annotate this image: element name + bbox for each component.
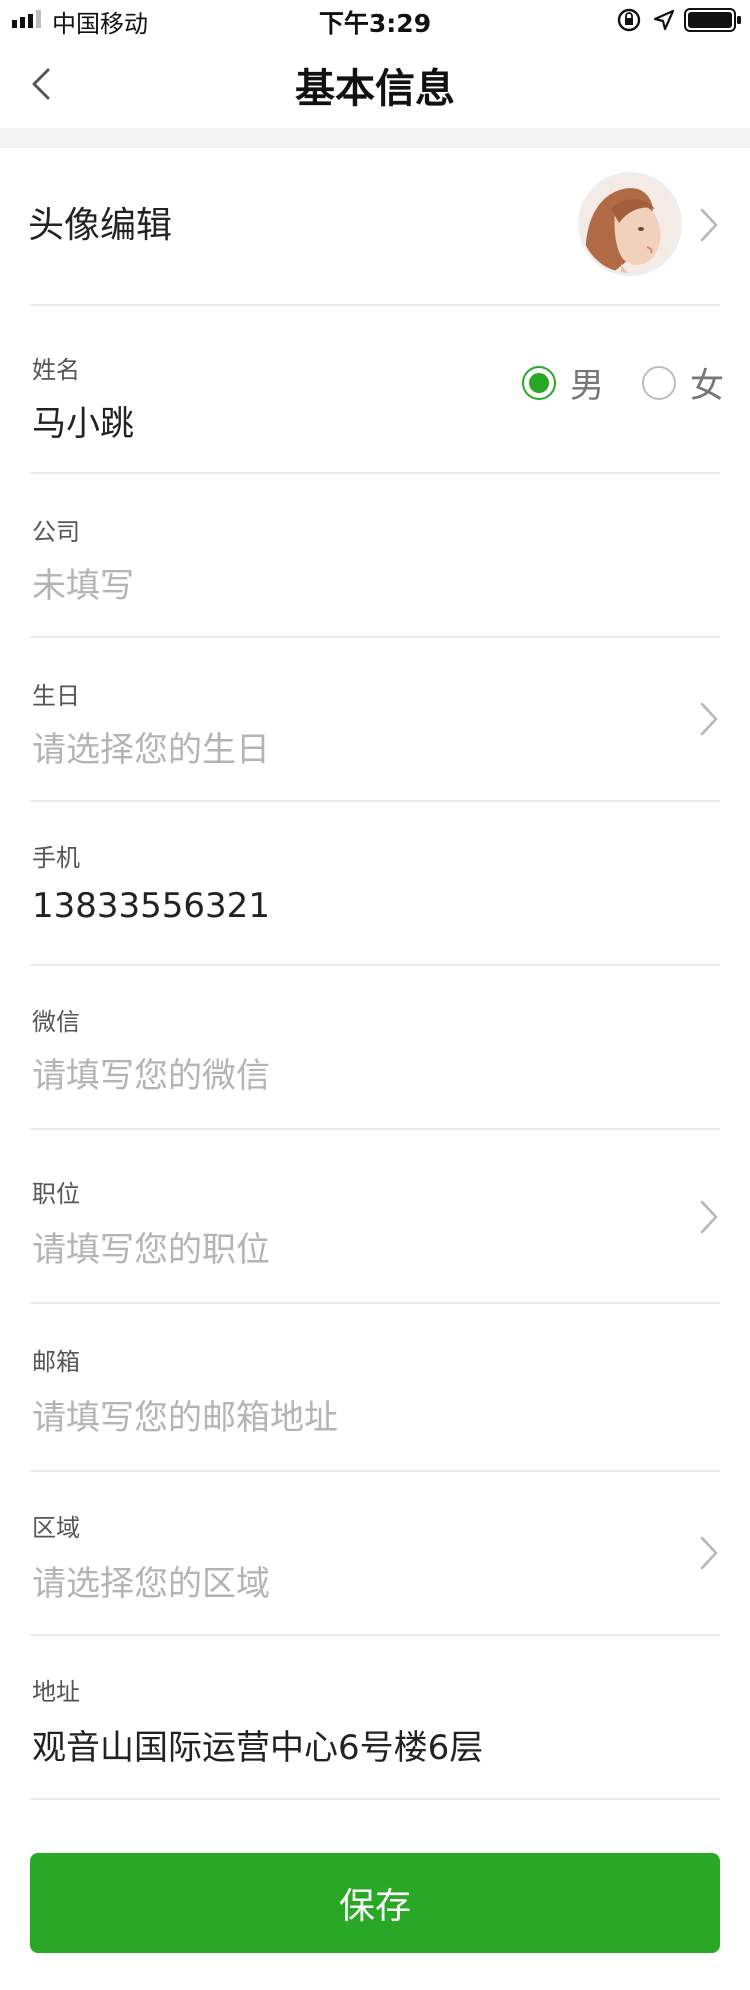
company-input[interactable]: 未填写 xyxy=(32,558,134,607)
birthday-row[interactable]: 生日 请选择您的生日 xyxy=(30,638,720,802)
position-row[interactable]: 职位 请填写您的职位 xyxy=(30,1130,720,1304)
region-label: 区域 xyxy=(32,1514,80,1542)
section-divider xyxy=(0,128,750,148)
phone-row[interactable]: 手机 13833556321 xyxy=(30,802,720,966)
address-row[interactable]: 地址 观音山国际运营中心6号楼6层 xyxy=(30,1636,720,1800)
name-input[interactable]: 马小跳 xyxy=(32,396,134,445)
avatar-edit-row[interactable]: 头像编辑 xyxy=(28,148,720,306)
wechat-input[interactable]: 请填写您的微信 xyxy=(32,1048,270,1097)
status-bar: 中国移动 下午3:29 xyxy=(0,0,750,40)
gender-male-label: 男 xyxy=(570,366,604,406)
birthday-select[interactable]: 请选择您的生日 xyxy=(32,722,270,771)
avatar[interactable] xyxy=(578,172,682,276)
birthday-label: 生日 xyxy=(32,682,80,710)
radio-checked-icon xyxy=(522,365,556,400)
email-input[interactable]: 请填写您的邮箱地址 xyxy=(32,1390,338,1439)
region-row[interactable]: 区域 请选择您的区域 xyxy=(30,1472,720,1636)
email-label: 邮箱 xyxy=(32,1348,80,1376)
phone-label: 手机 xyxy=(32,844,80,872)
nav-bar: 基本信息 xyxy=(0,40,750,128)
page-title: 基本信息 xyxy=(295,66,455,112)
name-row: 姓名 马小跳 男 女 xyxy=(30,306,724,474)
chevron-right-icon xyxy=(700,208,718,242)
name-label: 姓名 xyxy=(32,356,80,384)
company-label: 公司 xyxy=(32,518,80,546)
gender-female-label: 女 xyxy=(690,366,724,406)
location-arrow-icon xyxy=(653,9,675,31)
address-label: 地址 xyxy=(32,1678,80,1706)
position-label: 职位 xyxy=(32,1180,80,1208)
avatar-edit-label: 头像编辑 xyxy=(28,205,173,246)
email-row[interactable]: 邮箱 请填写您的邮箱地址 xyxy=(30,1304,720,1472)
rotation-lock-icon xyxy=(617,8,641,32)
wechat-label: 微信 xyxy=(32,1008,80,1036)
gender-option-male[interactable]: 男 xyxy=(522,358,604,407)
company-row[interactable]: 公司 未填写 xyxy=(30,474,720,638)
address-input[interactable]: 观音山国际运营中心6号楼6层 xyxy=(32,1720,483,1769)
battery-icon xyxy=(684,8,741,32)
region-select[interactable]: 请选择您的区域 xyxy=(32,1556,270,1605)
phone-input[interactable]: 13833556321 xyxy=(32,886,270,926)
chevron-right-icon xyxy=(700,702,718,736)
save-button[interactable]: 保存 xyxy=(30,1853,720,1953)
position-input[interactable]: 请填写您的职位 xyxy=(32,1222,270,1271)
radio-unchecked-icon xyxy=(642,365,676,400)
chevron-right-icon xyxy=(700,1536,718,1570)
wechat-row[interactable]: 微信 请填写您的微信 xyxy=(30,966,720,1130)
gender-option-female[interactable]: 女 xyxy=(642,358,724,407)
chevron-right-icon xyxy=(700,1200,718,1234)
